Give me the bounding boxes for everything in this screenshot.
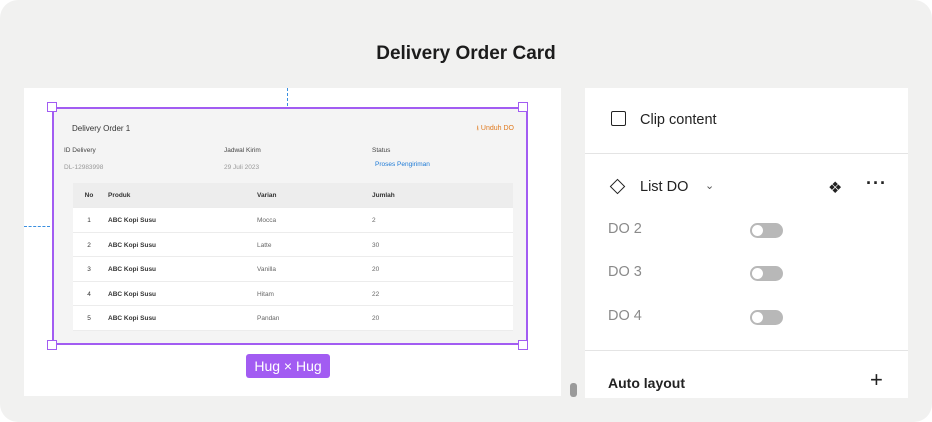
- resize-handle-top-right[interactable]: [518, 102, 528, 112]
- vertical-guide: [287, 88, 288, 106]
- clip-content-label: Clip content: [640, 112, 717, 128]
- hug-size-badge[interactable]: Hug × Hug: [246, 354, 330, 378]
- component-name[interactable]: List DO: [640, 179, 688, 195]
- properties-panel: Clip content List DO ⌄ ❖ ··· DO 2 DO 3 D…: [585, 88, 908, 398]
- property-do4-toggle[interactable]: [750, 310, 783, 325]
- component-instance-icon: [609, 178, 626, 195]
- property-do4-label: DO 4: [608, 308, 642, 324]
- resize-handle-top-left[interactable]: [47, 102, 57, 112]
- property-do2-label: DO 2: [608, 221, 642, 237]
- auto-layout-heading: Auto layout: [608, 375, 685, 391]
- toggle-knob: [752, 312, 763, 323]
- divider: [585, 153, 908, 154]
- clip-content-checkbox[interactable]: [611, 111, 626, 126]
- resize-handle-bottom-left[interactable]: [47, 340, 57, 350]
- go-to-main-component-icon[interactable]: ❖: [828, 178, 842, 198]
- add-auto-layout-icon[interactable]: +: [870, 367, 883, 393]
- horizontal-guide: [24, 226, 50, 227]
- property-do3-label: DO 3: [608, 264, 642, 280]
- toggle-knob: [752, 225, 763, 236]
- more-options-icon[interactable]: ···: [866, 173, 887, 194]
- property-do3-toggle[interactable]: [750, 266, 783, 281]
- toggle-knob: [752, 268, 763, 279]
- design-canvas[interactable]: Delivery Order 1 ⭳ Unduh DO ID Delivery …: [24, 88, 561, 396]
- page-title: Delivery Order Card: [376, 43, 556, 64]
- selection-outline: [52, 107, 528, 345]
- canvas-scrollbar[interactable]: [570, 383, 577, 397]
- property-do2-toggle[interactable]: [750, 223, 783, 238]
- frame-container: Delivery Order Card Delivery Order 1 ⭳ U…: [0, 0, 932, 422]
- resize-handle-bottom-right[interactable]: [518, 340, 528, 350]
- divider: [585, 350, 908, 351]
- chevron-down-icon[interactable]: ⌄: [705, 179, 714, 192]
